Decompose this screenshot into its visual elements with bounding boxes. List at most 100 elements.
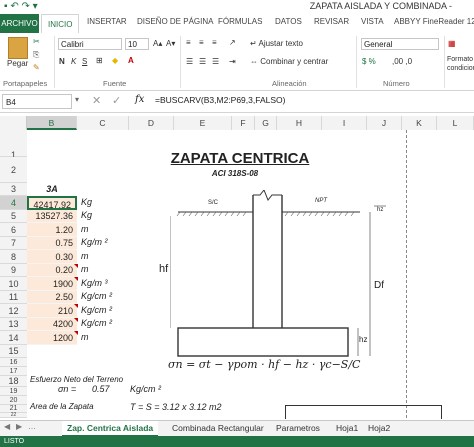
underline-button[interactable]: S: [82, 57, 87, 66]
cell-b9[interactable]: 0.20: [27, 264, 77, 277]
fill-color-icon[interactable]: ◆: [112, 56, 118, 65]
row-header-2[interactable]: 2: [0, 157, 27, 183]
row-header-19[interactable]: 19: [0, 387, 27, 396]
quick-access-toolbar[interactable]: ▪ ↶ ↷ ▾: [4, 1, 38, 12]
sheet-tab-parametros[interactable]: Parametros: [276, 421, 320, 435]
font-name-combo[interactable]: Calibri: [58, 38, 122, 50]
comment-indicator-icon[interactable]: [74, 318, 78, 322]
column-header-d[interactable]: D: [129, 116, 174, 130]
align-center-icon[interactable]: ☰: [199, 57, 206, 66]
comment-indicator-icon[interactable]: [74, 304, 78, 308]
name-box[interactable]: B4: [2, 94, 72, 109]
font-size-combo[interactable]: 10: [125, 38, 149, 50]
cancel-icon[interactable]: ✕: [92, 94, 101, 107]
column-header-f[interactable]: F: [232, 116, 255, 130]
tab-inicio[interactable]: INICIO: [41, 14, 80, 34]
sheet-tab-hoja2[interactable]: Hoja2: [368, 421, 390, 435]
grow-font-icon[interactable]: A▴: [153, 39, 162, 48]
cell-b7[interactable]: 0.75: [27, 237, 77, 250]
shrink-font-icon[interactable]: A▾: [166, 39, 175, 48]
column-header-h[interactable]: H: [277, 116, 322, 130]
cell-b6[interactable]: 1.20: [27, 223, 77, 237]
comment-indicator-icon[interactable]: [74, 264, 78, 268]
tab-diseno-pagina[interactable]: DISEÑO DE PÁGINA: [137, 17, 213, 26]
more-sheets-icon[interactable]: …: [28, 422, 36, 431]
row-header-3[interactable]: 3: [0, 183, 27, 196]
row-header-7[interactable]: 7: [0, 237, 27, 250]
cell-b3[interactable]: 3A: [27, 184, 77, 194]
cell-b11[interactable]: 2.50: [27, 291, 77, 304]
cut-icon[interactable]: ✂: [33, 37, 40, 46]
comment-indicator-icon[interactable]: [74, 277, 78, 281]
number-format-combo[interactable]: General: [361, 38, 439, 50]
align-right-icon[interactable]: ☰: [212, 57, 219, 66]
indent-icon[interactable]: ⇥: [229, 57, 236, 66]
row-header-22[interactable]: 22: [0, 413, 27, 418]
borders-icon[interactable]: ⊞: [96, 56, 103, 65]
cell-b13[interactable]: 4200: [27, 318, 77, 331]
comment-indicator-icon[interactable]: [74, 331, 78, 335]
tab-vista[interactable]: VISTA: [361, 17, 384, 26]
row-header-11[interactable]: 11: [0, 291, 27, 304]
sheet-tab-zap-centrica[interactable]: Zap. Centrica Aislada: [62, 421, 159, 437]
column-header-c[interactable]: C: [77, 116, 129, 130]
paste-button[interactable]: Pegar: [7, 59, 28, 68]
column-header-k[interactable]: K: [402, 116, 437, 130]
align-left-icon[interactable]: ☰: [186, 57, 193, 66]
tab-revisar[interactable]: REVISAR: [314, 17, 349, 26]
conditional-format-icon[interactable]: ▦: [448, 39, 456, 48]
column-header-g[interactable]: G: [255, 116, 277, 130]
cell-b10[interactable]: 1900: [27, 277, 77, 291]
font-color-icon[interactable]: A: [128, 56, 134, 65]
formula-input[interactable]: =BUSCARV(B3,M2:P69,3,FALSO): [155, 95, 285, 105]
row-header-6[interactable]: 6: [0, 223, 27, 237]
tab-abbyy[interactable]: ABBYY FineReader 12: [394, 17, 474, 26]
tab-formulas[interactable]: FÓRMULAS: [218, 17, 262, 26]
cell-b8[interactable]: 0.30: [27, 250, 77, 264]
column-header-l[interactable]: L: [437, 116, 474, 130]
row-header-10[interactable]: 10: [0, 277, 27, 291]
sheet-tab-combinada[interactable]: Combinada Rectangular: [172, 421, 264, 435]
align-middle-icon[interactable]: ≡: [199, 38, 204, 47]
row-header-4[interactable]: 4: [0, 196, 27, 210]
decimal-icon[interactable]: ,00 ,0: [392, 57, 412, 66]
cell-b12[interactable]: 210: [27, 304, 77, 318]
cell-b4-selected[interactable]: 42417.92: [27, 196, 77, 210]
row-header-9[interactable]: 9: [0, 264, 27, 277]
currency-icon[interactable]: $ %: [362, 57, 376, 66]
italic-button[interactable]: K: [71, 57, 76, 66]
sheet-tab-hoja1[interactable]: Hoja1: [336, 421, 358, 435]
name-box-dropdown-icon[interactable]: ▾: [75, 95, 79, 104]
conditional-format-button[interactable]: Formato condicional: [447, 55, 474, 75]
row-header-1[interactable]: 1: [0, 130, 27, 160]
bold-button[interactable]: N: [59, 57, 65, 66]
paste-icon[interactable]: [8, 37, 28, 59]
scroll-tabs-left-icon[interactable]: ◀: [4, 422, 10, 431]
wrap-text-button[interactable]: ↵ Ajustar texto: [250, 39, 303, 48]
column-header-i[interactable]: I: [322, 116, 367, 130]
column-header-j[interactable]: J: [367, 116, 402, 130]
format-painter-icon[interactable]: ✎: [33, 63, 40, 72]
scroll-tabs-right-icon[interactable]: ▶: [16, 422, 22, 431]
select-all-corner[interactable]: [0, 116, 27, 130]
align-top-icon[interactable]: ≡: [186, 38, 191, 47]
column-header-e[interactable]: E: [174, 116, 232, 130]
row-header-18[interactable]: 18: [0, 376, 27, 387]
row-header-12[interactable]: 12: [0, 304, 27, 318]
column-header-b[interactable]: B: [27, 116, 77, 130]
row-header-13[interactable]: 13: [0, 318, 27, 331]
row-header-20[interactable]: 20: [0, 396, 27, 405]
row-header-17[interactable]: 17: [0, 367, 27, 376]
row-header-14[interactable]: 14: [0, 331, 27, 345]
orientation-icon[interactable]: ↗: [229, 38, 236, 47]
row-header-5[interactable]: 5: [0, 210, 27, 223]
cell-b5[interactable]: 13527.36: [27, 210, 77, 223]
row-header-8[interactable]: 8: [0, 250, 27, 264]
row-header-16[interactable]: 16: [0, 358, 27, 367]
copy-icon[interactable]: ⎘: [33, 50, 39, 60]
row-header-15[interactable]: 15: [0, 345, 27, 358]
tab-datos[interactable]: DATOS: [275, 17, 302, 26]
fx-icon[interactable]: fx: [135, 94, 144, 105]
tab-archivo[interactable]: ARCHIVO: [0, 14, 39, 33]
cell-b14[interactable]: 1200: [27, 331, 77, 345]
